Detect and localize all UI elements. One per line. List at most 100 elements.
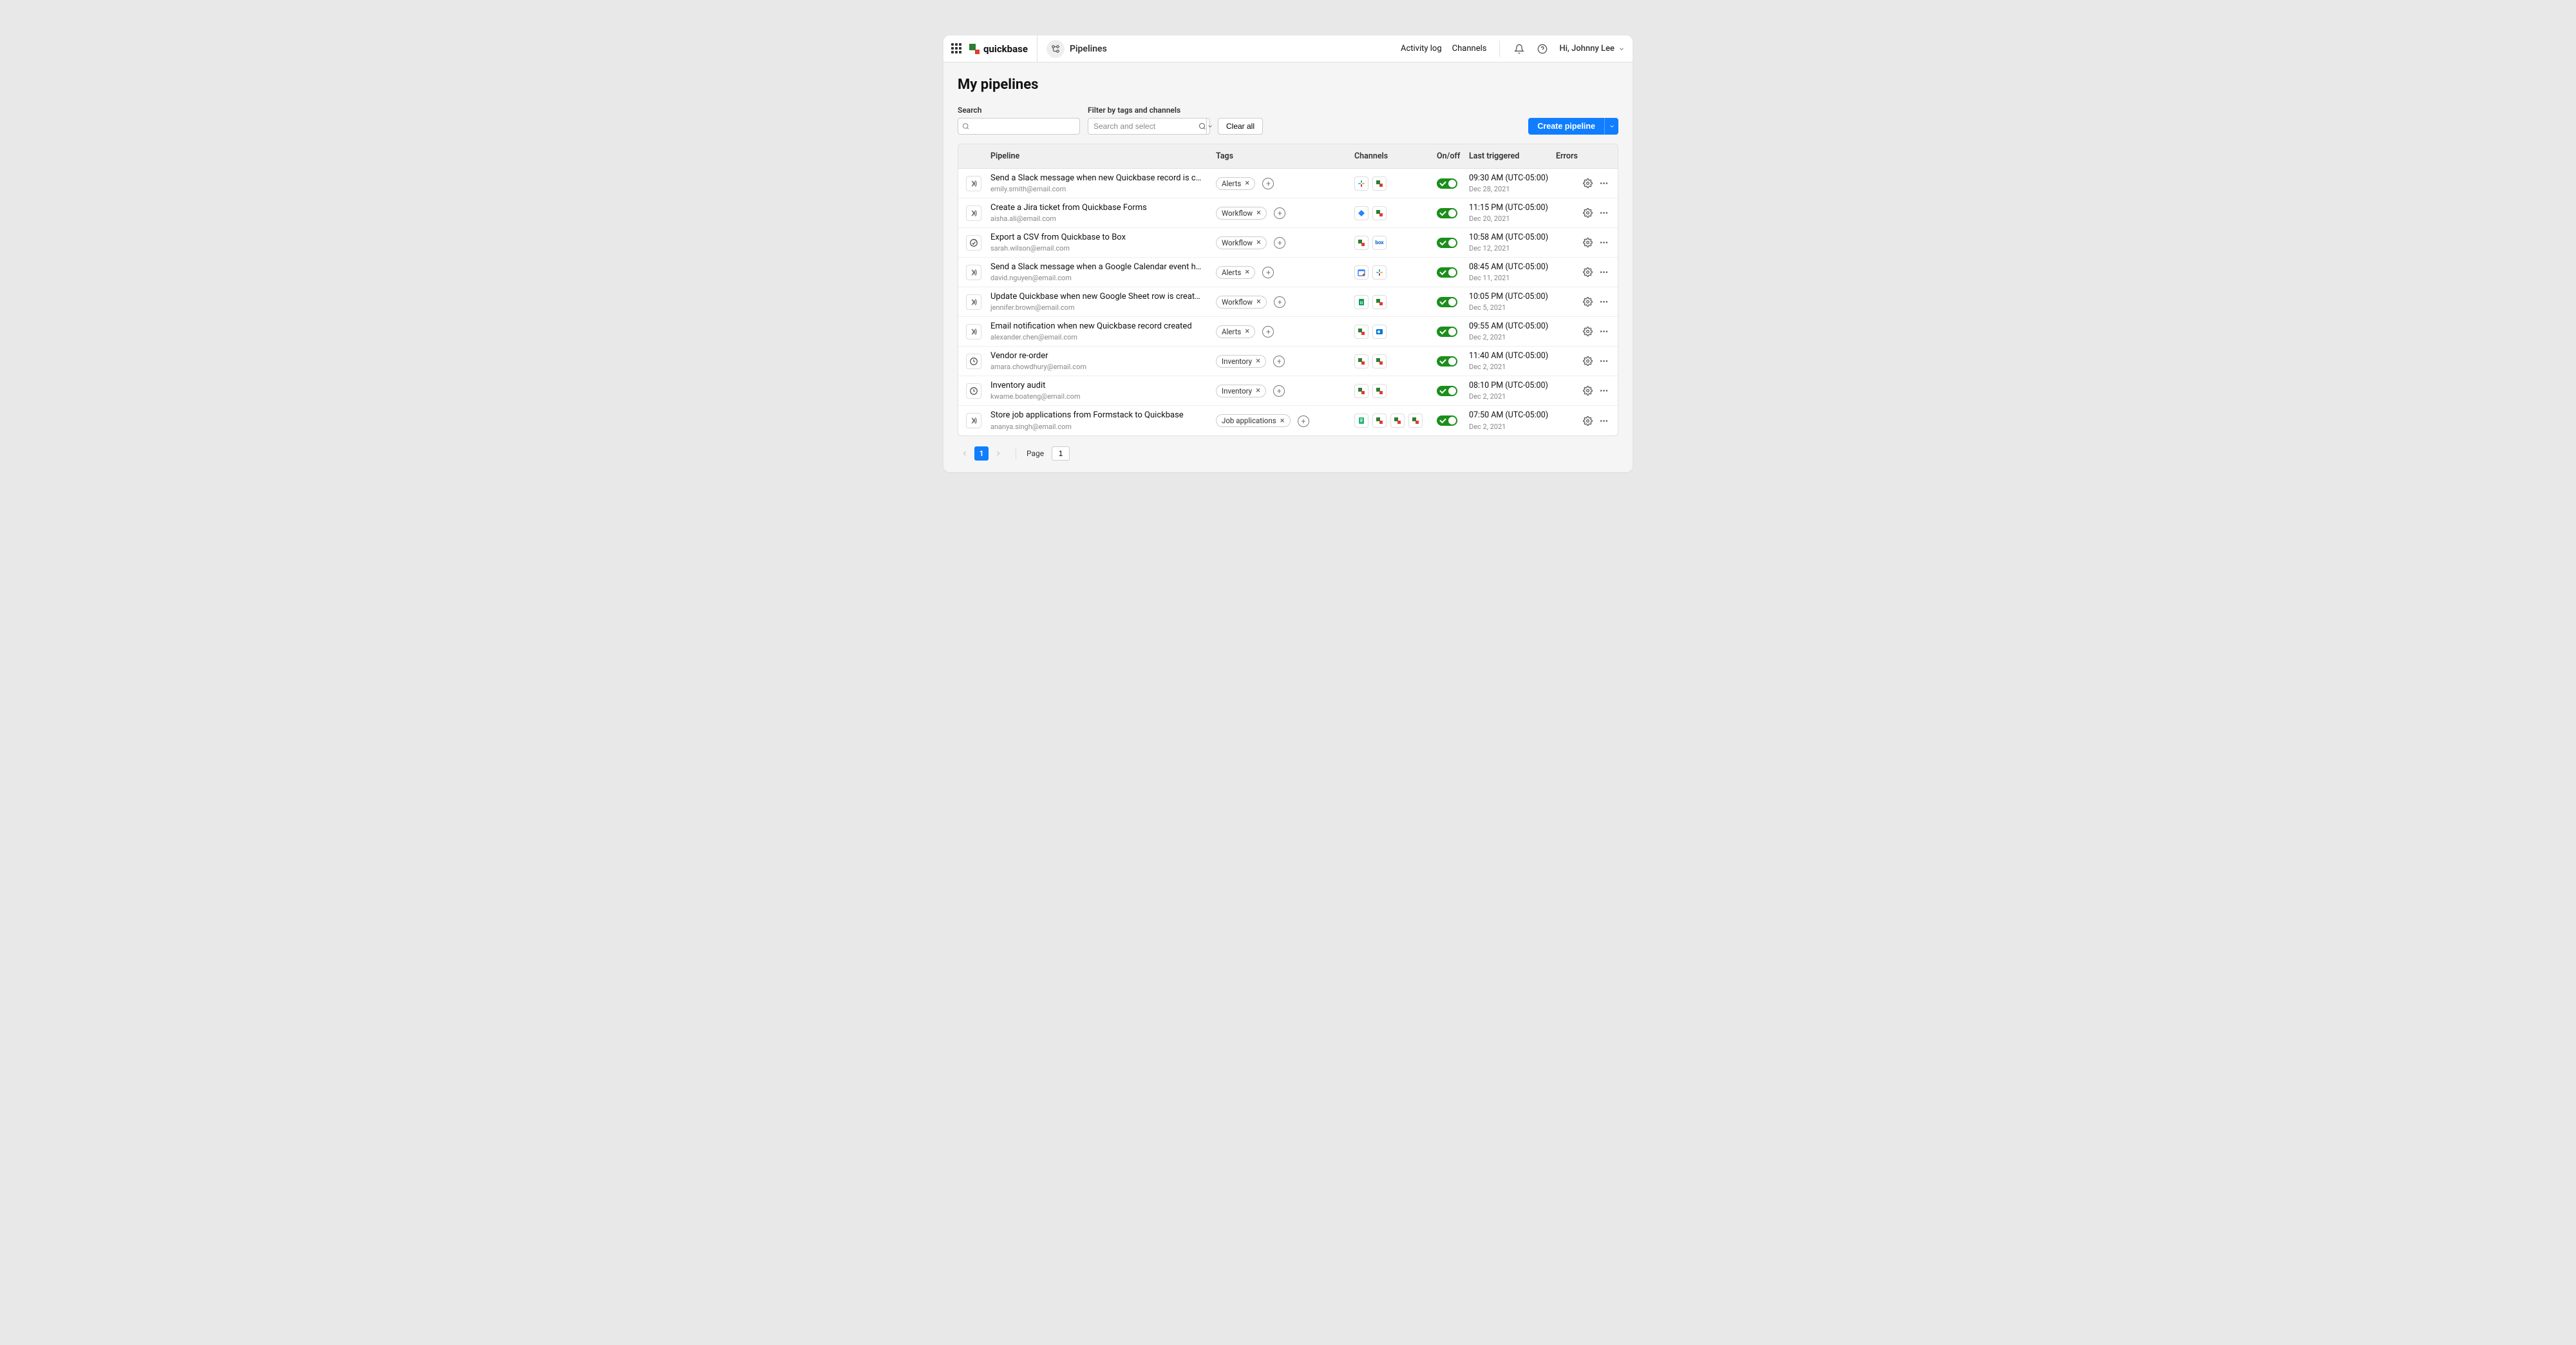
tag-chip[interactable]: Workflow × bbox=[1216, 236, 1267, 249]
pipeline-type-icon bbox=[966, 205, 981, 221]
remove-tag-icon[interactable]: × bbox=[1256, 209, 1261, 217]
page-next[interactable] bbox=[991, 446, 1005, 461]
settings-icon[interactable] bbox=[1583, 327, 1593, 336]
tag-chip[interactable]: Inventory × bbox=[1216, 385, 1266, 397]
add-tag-button[interactable]: + bbox=[1274, 296, 1285, 308]
add-tag-button[interactable]: + bbox=[1274, 207, 1285, 219]
table-row[interactable]: Create a Jira ticket from Quickbase Form… bbox=[958, 198, 1618, 228]
on-off-toggle[interactable] bbox=[1437, 356, 1457, 367]
brand-name: quickbase bbox=[983, 43, 1028, 55]
search-group: Search bbox=[958, 106, 1080, 135]
more-actions-icon[interactable] bbox=[1599, 267, 1609, 277]
table-row[interactable]: Vendor re-order amara.chowdhury@email.co… bbox=[958, 347, 1618, 376]
last-triggered-date: Dec 2, 2021 bbox=[1469, 333, 1556, 341]
on-off-toggle[interactable] bbox=[1437, 327, 1457, 337]
more-actions-icon[interactable] bbox=[1599, 297, 1609, 307]
remove-tag-icon[interactable]: × bbox=[1256, 386, 1260, 395]
page-prev[interactable] bbox=[958, 446, 972, 461]
help-icon[interactable] bbox=[1536, 43, 1549, 55]
add-tag-button[interactable]: + bbox=[1274, 237, 1285, 249]
add-tag-button[interactable]: + bbox=[1273, 385, 1285, 397]
filter-input-wrapper[interactable] bbox=[1088, 118, 1210, 135]
add-tag-button[interactable]: + bbox=[1262, 178, 1274, 189]
more-actions-icon[interactable] bbox=[1599, 416, 1609, 426]
on-off-toggle[interactable] bbox=[1437, 415, 1457, 426]
remove-tag-icon[interactable]: × bbox=[1245, 327, 1249, 336]
tag-chip[interactable]: Alerts × bbox=[1216, 177, 1255, 190]
chevron-down-icon bbox=[1618, 46, 1625, 52]
last-triggered-time: 08:10 PM (UTC-05:00) bbox=[1469, 381, 1556, 391]
last-triggered-date: Dec 20, 2021 bbox=[1469, 215, 1556, 223]
on-off-toggle[interactable] bbox=[1437, 178, 1457, 189]
filter-search-icon[interactable] bbox=[1198, 119, 1206, 134]
table-row[interactable]: Send a Slack message when new Quickbase … bbox=[958, 169, 1618, 198]
settings-icon[interactable] bbox=[1583, 416, 1593, 426]
settings-icon[interactable] bbox=[1583, 297, 1593, 307]
table-row[interactable]: Send a Slack message when a Google Calen… bbox=[958, 258, 1618, 287]
more-actions-icon[interactable] bbox=[1599, 178, 1609, 188]
remove-tag-icon[interactable]: × bbox=[1256, 238, 1261, 247]
settings-icon[interactable] bbox=[1583, 386, 1593, 396]
create-pipeline-dropdown[interactable] bbox=[1604, 118, 1618, 135]
add-tag-button[interactable]: + bbox=[1298, 415, 1309, 427]
tag-label: Inventory bbox=[1222, 357, 1252, 366]
table-row[interactable]: Inventory audit kwame.boateng@email.com … bbox=[958, 376, 1618, 406]
pipeline-type-icon bbox=[966, 413, 981, 428]
more-actions-icon[interactable] bbox=[1599, 356, 1609, 366]
filter-dropdown-toggle[interactable] bbox=[1206, 119, 1213, 134]
settings-icon[interactable] bbox=[1583, 267, 1593, 277]
more-actions-icon[interactable] bbox=[1599, 208, 1609, 218]
more-actions-icon[interactable] bbox=[1599, 327, 1609, 336]
tag-chip[interactable]: Workflow × bbox=[1216, 207, 1267, 220]
search-input-wrapper[interactable] bbox=[958, 118, 1080, 135]
remove-tag-icon[interactable]: × bbox=[1256, 298, 1261, 306]
filter-input[interactable] bbox=[1088, 122, 1198, 131]
tag-chip[interactable]: Job applications × bbox=[1216, 414, 1291, 427]
clear-all-button[interactable]: Clear all bbox=[1218, 118, 1263, 135]
search-input[interactable] bbox=[969, 122, 1075, 131]
tag-chip[interactable]: Inventory × bbox=[1216, 355, 1266, 368]
page-current[interactable]: 1 bbox=[974, 446, 989, 461]
channel-quickbase-icon bbox=[1372, 354, 1387, 368]
settings-icon[interactable] bbox=[1583, 208, 1593, 218]
notifications-icon[interactable] bbox=[1513, 43, 1526, 55]
add-tag-button[interactable]: + bbox=[1262, 267, 1274, 278]
settings-icon[interactable] bbox=[1583, 178, 1593, 188]
tag-chip[interactable]: Alerts × bbox=[1216, 325, 1255, 338]
on-off-toggle[interactable] bbox=[1437, 208, 1457, 218]
on-off-toggle[interactable] bbox=[1437, 297, 1457, 307]
chevron-right-icon bbox=[994, 450, 1002, 457]
pipeline-type-icon bbox=[966, 383, 981, 399]
create-pipeline-button[interactable]: Create pipeline bbox=[1528, 118, 1604, 135]
more-actions-icon[interactable] bbox=[1599, 386, 1609, 396]
user-menu[interactable]: Hi, Johnny Lee bbox=[1559, 44, 1625, 53]
channels-link[interactable]: Channels bbox=[1452, 44, 1487, 53]
remove-tag-icon[interactable]: × bbox=[1245, 179, 1249, 187]
tag-label: Job applications bbox=[1222, 416, 1276, 425]
remove-tag-icon[interactable]: × bbox=[1256, 357, 1260, 365]
add-tag-button[interactable]: + bbox=[1262, 326, 1274, 338]
settings-icon[interactable] bbox=[1583, 238, 1593, 247]
on-off-toggle[interactable] bbox=[1437, 386, 1457, 396]
table-row[interactable]: Export a CSV from Quickbase to Box sarah… bbox=[958, 228, 1618, 258]
more-actions-icon[interactable] bbox=[1599, 238, 1609, 247]
page-input[interactable] bbox=[1052, 446, 1070, 461]
table-row[interactable]: Email notification when new Quickbase re… bbox=[958, 317, 1618, 347]
table-row[interactable]: Update Quickbase when new Google Sheet r… bbox=[958, 287, 1618, 317]
pipeline-name: Vendor re-order bbox=[990, 351, 1203, 362]
settings-icon[interactable] bbox=[1583, 356, 1593, 366]
remove-tag-icon[interactable]: × bbox=[1280, 417, 1285, 425]
apps-grid-icon[interactable] bbox=[951, 43, 963, 55]
remove-tag-icon[interactable]: × bbox=[1245, 268, 1249, 276]
on-off-toggle[interactable] bbox=[1437, 267, 1457, 278]
table-row[interactable]: Store job applications from Formstack to… bbox=[958, 406, 1618, 435]
tag-chip[interactable]: Workflow × bbox=[1216, 296, 1267, 309]
brand-logo[interactable]: quickbase bbox=[969, 35, 1037, 62]
tag-chip[interactable]: Alerts × bbox=[1216, 266, 1255, 279]
activity-log-link[interactable]: Activity log bbox=[1401, 44, 1442, 53]
add-tag-button[interactable]: + bbox=[1273, 356, 1285, 367]
pipelines-table: Pipeline Tags Channels On/off Last trigg… bbox=[958, 144, 1618, 436]
on-off-toggle[interactable] bbox=[1437, 238, 1457, 248]
channel-quickbase-icon bbox=[1372, 295, 1387, 309]
last-triggered-date: Dec 11, 2021 bbox=[1469, 274, 1556, 282]
